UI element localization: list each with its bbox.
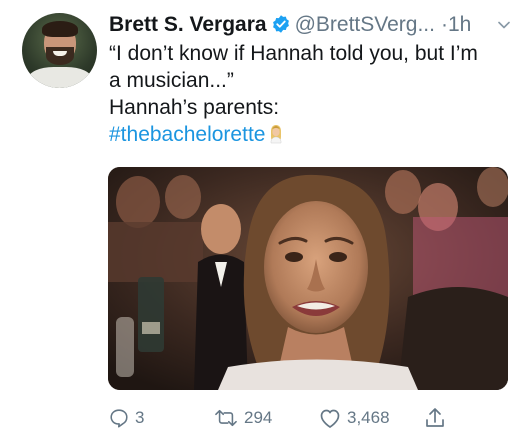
- author-name[interactable]: Brett S. Vergara: [109, 13, 267, 36]
- like-button[interactable]: 3,468: [318, 404, 390, 432]
- author-handle[interactable]: @BrettSVerg...: [295, 13, 435, 36]
- hashtag-link[interactable]: #thebachelorette: [109, 123, 265, 146]
- photo-illustration: [108, 167, 508, 390]
- retweet-icon: [215, 409, 237, 427]
- avatar-shirt: [28, 67, 92, 88]
- tweet: Brett S. Vergara @BrettSVerg... ·1h “I do…: [0, 0, 529, 444]
- tweet-header: Brett S. Vergara @BrettSVerg... ·1h: [109, 12, 519, 38]
- reply-button[interactable]: 3: [108, 404, 144, 432]
- tweet-text: “I don’t know if Hannah told you, but I’…: [109, 40, 509, 148]
- separator-dot: ·: [440, 13, 448, 36]
- retweet-button[interactable]: 294: [213, 404, 272, 432]
- reply-count: 3: [135, 408, 145, 427]
- tweet-media-photo[interactable]: [108, 167, 508, 390]
- tweet-text-line: “I don’t know if Hannah told you, but I’…: [109, 42, 478, 65]
- tweet-time[interactable]: 1h: [448, 13, 471, 36]
- bride-emoji-icon: [271, 125, 282, 144]
- like-count: 3,468: [347, 408, 390, 427]
- tweet-text-line: a musician...”: [109, 69, 234, 92]
- avatar-hair: [42, 21, 78, 37]
- tweet-text-line: Hannah’s parents:: [109, 96, 280, 119]
- verified-badge-icon: [272, 15, 289, 33]
- chevron-down-icon[interactable]: [497, 18, 511, 32]
- avatar[interactable]: [22, 13, 97, 88]
- heart-icon: [320, 409, 340, 428]
- reply-icon: [110, 409, 128, 428]
- avatar-beard: [46, 47, 74, 65]
- retweet-count: 294: [244, 408, 273, 427]
- tweet-actions: 3 294 3,468: [108, 404, 518, 432]
- share-button[interactable]: [424, 404, 446, 432]
- share-icon: [426, 408, 444, 427]
